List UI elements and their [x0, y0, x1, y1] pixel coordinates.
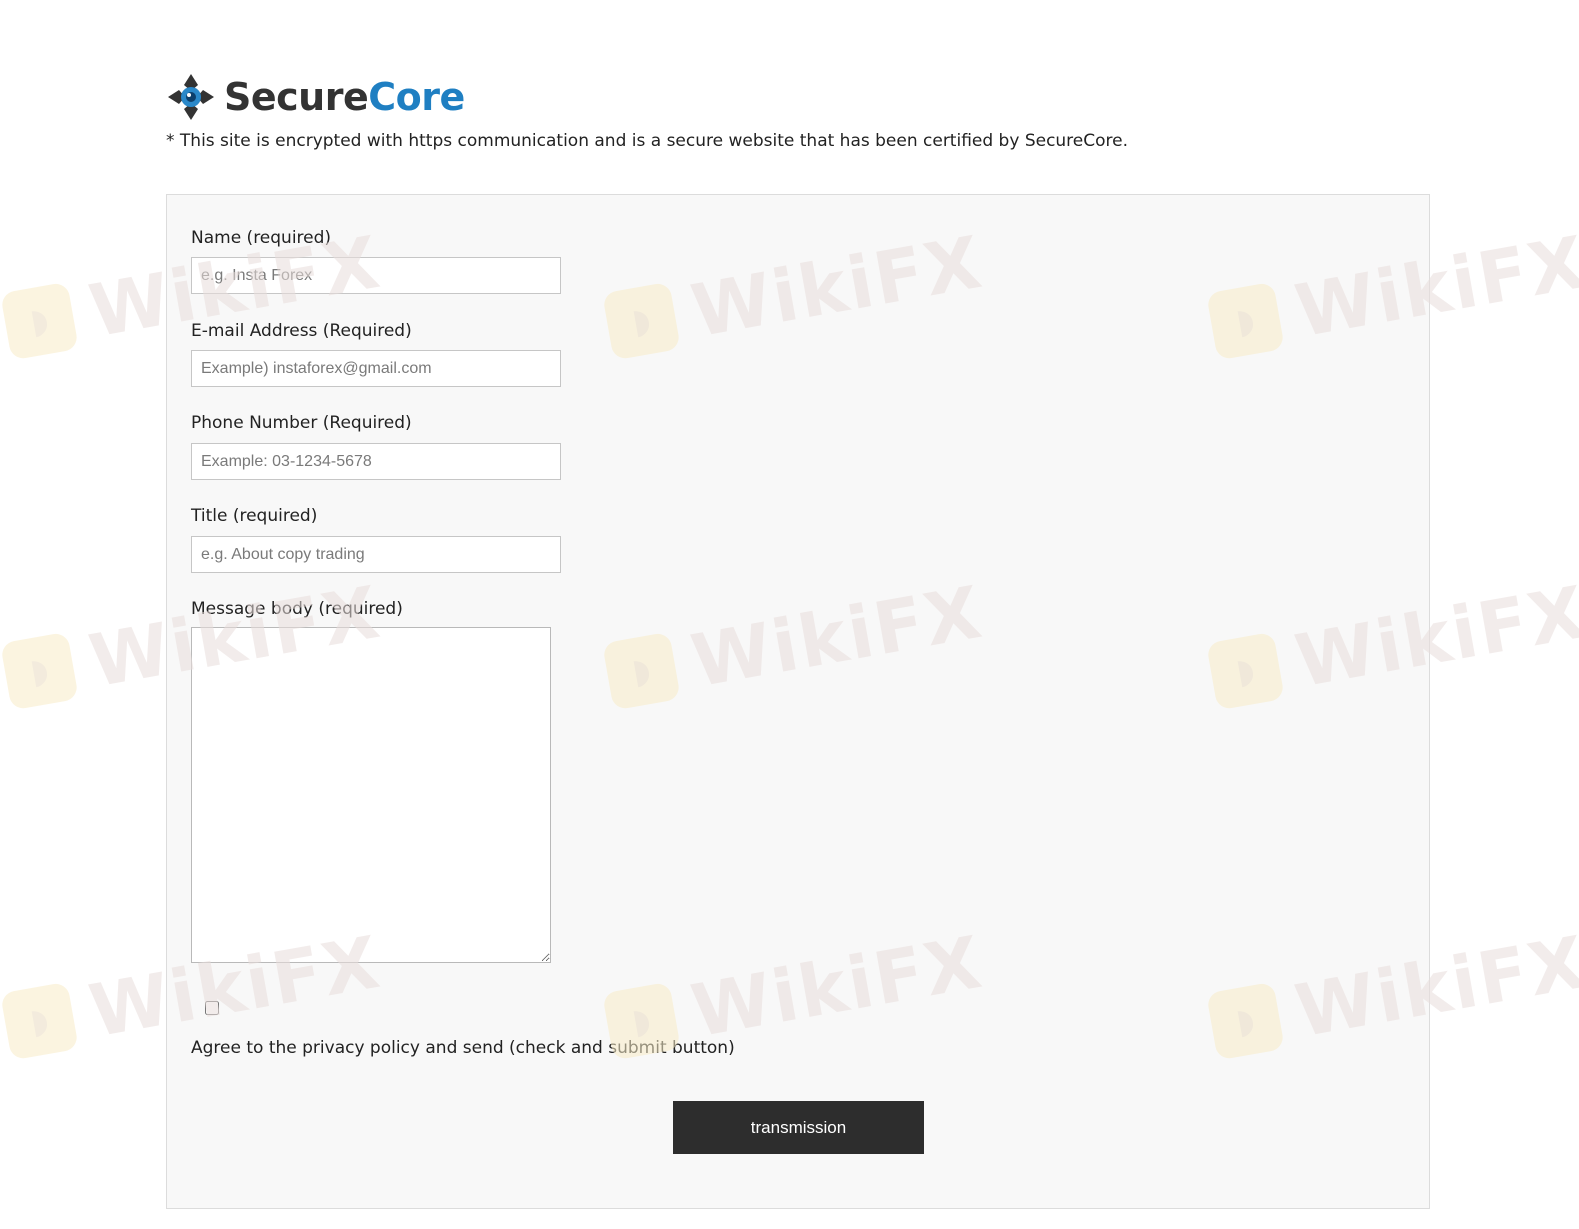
transmission-button[interactable]: transmission — [673, 1101, 924, 1154]
email-input[interactable] — [191, 350, 561, 387]
message-label: Message body (required) — [191, 599, 403, 619]
security-notice: * This site is encrypted with https comm… — [166, 131, 1129, 151]
contact-form: Name (required) E-mail Address (Required… — [166, 194, 1430, 1209]
page: SecureCore * This site is encrypted with… — [0, 0, 1579, 1229]
name-input[interactable] — [191, 257, 561, 294]
brand-name: SecureCore — [224, 75, 465, 119]
privacy-agree-checkbox[interactable] — [205, 1001, 219, 1015]
watermark-badge-icon: ◗ — [0, 981, 79, 1061]
brand-name-secure: Secure — [224, 75, 369, 119]
brand-name-core: Core — [368, 75, 465, 119]
phone-input[interactable] — [191, 443, 561, 480]
phone-label: Phone Number (Required) — [191, 413, 412, 433]
securecore-logo: SecureCore — [166, 72, 465, 122]
email-label: E-mail Address (Required) — [191, 321, 412, 341]
message-textarea[interactable] — [191, 627, 551, 963]
title-input[interactable] — [191, 536, 561, 573]
securecore-logo-icon — [168, 74, 214, 120]
privacy-agree-label: Agree to the privacy policy and send (ch… — [191, 1038, 735, 1058]
watermark-badge-icon: ◗ — [0, 631, 79, 711]
watermark-badge-icon: ◗ — [0, 281, 79, 361]
title-label: Title (required) — [191, 506, 318, 526]
name-label: Name (required) — [191, 228, 332, 248]
